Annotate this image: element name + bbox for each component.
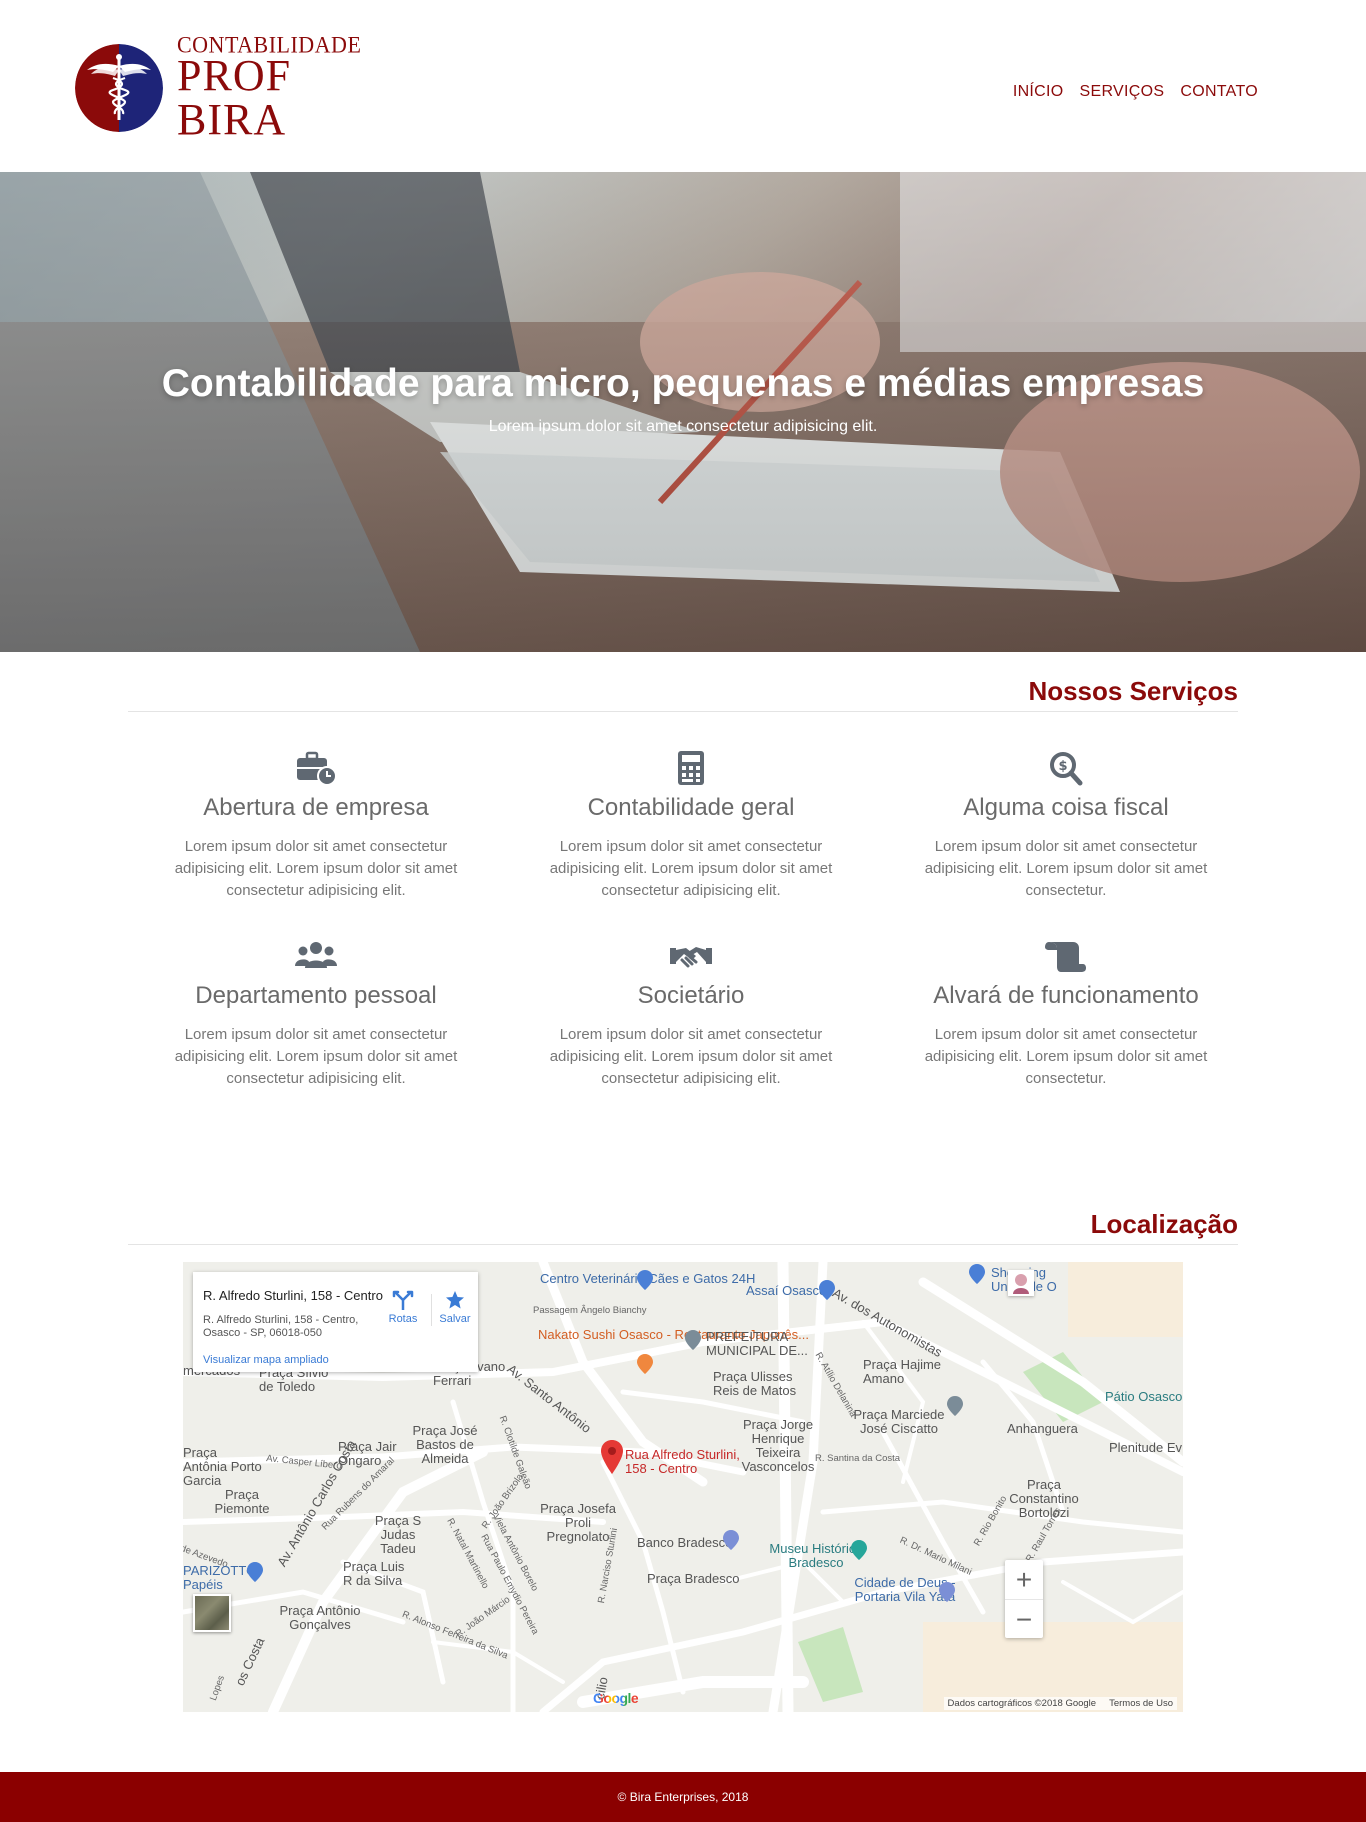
svg-text:$: $: [1058, 759, 1067, 774]
directions-icon: [392, 1290, 414, 1310]
zoom-in-button[interactable]: +: [1005, 1560, 1043, 1599]
restaurant-pin-icon[interactable]: [637, 1354, 653, 1374]
info-card-address: R. Alfredo Sturlini, 158 - Centro, Osasc…: [203, 1314, 359, 1339]
search-dollar-icon: $: [1050, 752, 1083, 786]
services-divider: [128, 711, 1238, 712]
service-title: Departamento pessoal: [195, 982, 437, 1009]
handshake-icon: [670, 947, 712, 968]
zoom-out-button[interactable]: −: [1005, 1599, 1043, 1638]
map-label-anhanguera: Anhanguera: [1007, 1421, 1078, 1436]
nav-inicio[interactable]: INÍCIO: [1013, 83, 1064, 101]
view-larger-map-link[interactable]: Visualizar mapa ampliado: [203, 1354, 329, 1366]
service-card-contabilidade: Contabilidade geral Lorem ipsum dolor si…: [521, 750, 861, 902]
google-logo: Google: [593, 1690, 639, 1706]
museum-pin-icon[interactable]: [851, 1540, 867, 1560]
map-zoom-control: + −: [1005, 1560, 1043, 1638]
hero-background-image: [0, 172, 1366, 652]
info-card-separator: [431, 1294, 432, 1326]
scroll-icon: [1045, 942, 1086, 972]
calculator-icon: [678, 751, 704, 785]
assai-pin-icon[interactable]: [819, 1280, 835, 1300]
google-logo-text: Google: [593, 1690, 639, 1706]
logo-line-2: PROF BIRA: [177, 51, 292, 144]
map-label-praca-bradesco: Praça Bradesco: [647, 1571, 740, 1586]
footer-copyright: © Bira Enterprises, 2018: [617, 1790, 749, 1804]
map-label-piemonte: Praça Piemonte: [214, 1487, 270, 1516]
service-text: Lorem ipsum dolor sit amet consectetur a…: [174, 1026, 458, 1087]
users-icon: [295, 942, 337, 968]
prefeitura-pin-icon[interactable]: [685, 1330, 701, 1350]
location-divider: [128, 1244, 1238, 1245]
map-label-marciede: Praça Marciede José Ciscatto: [853, 1407, 945, 1436]
map-label-plenitude: Plenitude Ev: [1109, 1440, 1182, 1455]
map-data-credit: Dados cartográficos ©2018 Google: [947, 1698, 1097, 1709]
service-card-societario: Societário Lorem ipsum dolor sit amet co…: [521, 938, 861, 1090]
map-label-judas: Praça S Judas Tadeu: [374, 1513, 422, 1556]
directions-label: Rotas: [388, 1313, 418, 1325]
service-text: Lorem ipsum dolor sit amet consectetur a…: [924, 1026, 1208, 1087]
save-button[interactable]: Salvar: [435, 1290, 475, 1325]
map-label-luis: Praça Luis R da Silva: [343, 1559, 405, 1588]
map-label-ulisses: Praça Ulisses Reis de Matos: [713, 1369, 797, 1398]
service-title: Contabilidade geral: [587, 794, 795, 821]
location-pin-label: Rua Alfredo Sturlini, 158 - Centro: [625, 1447, 740, 1476]
logo[interactable]: CONTABILIDADE PROF BIRA: [75, 33, 395, 142]
service-card-alvara: Alvará de funcionamento Lorem ipsum dolo…: [896, 938, 1236, 1090]
vet-pin-icon[interactable]: [637, 1270, 653, 1290]
map-label-antonia: Praça Antônia Porto Garcia: [183, 1445, 262, 1488]
service-text: Lorem ipsum dolor sit amet consectetur a…: [549, 1026, 833, 1087]
map-label-passagem: Passagem Ângelo Bianchy: [533, 1305, 647, 1316]
google-map[interactable]: Centro Veterinário Cães e Gatos 24H Pass…: [183, 1262, 1183, 1712]
parizotto-pin-icon[interactable]: [247, 1562, 263, 1582]
service-text: Lorem ipsum dolor sit amet consectetur a…: [174, 838, 458, 899]
cidade-pin-icon[interactable]: [939, 1582, 955, 1602]
map-label-prefeitura: PREFEITURA MUNICIPAL DE...: [706, 1329, 808, 1358]
nav-servicos[interactable]: SERVIÇOS: [1080, 83, 1165, 101]
hero-title: Contabilidade para micro, pequenas e méd…: [161, 362, 1205, 405]
service-title: Societário: [637, 982, 745, 1009]
map-attribution: Dados cartográficos ©2018 Google Termos …: [943, 1697, 1177, 1710]
school-pin-icon[interactable]: [947, 1396, 963, 1416]
nav-contato[interactable]: CONTATO: [1180, 83, 1258, 101]
service-card-abertura: Abertura de empresa Lorem ipsum dolor si…: [146, 750, 486, 902]
service-title: Abertura de empresa: [203, 794, 429, 821]
map-terms-link[interactable]: Termos de Uso: [1109, 1698, 1173, 1709]
save-label: Salvar: [439, 1313, 471, 1325]
hero-banner: Contabilidade para micro, pequenas e méd…: [0, 172, 1366, 652]
briefcase-clock-icon: [297, 751, 337, 786]
service-card-fiscal: $ Alguma coisa fiscal Lorem ipsum dolor …: [896, 750, 1236, 902]
map-label-jorge: Praça Jorge Henrique Teixeira Vasconcelo…: [741, 1417, 815, 1474]
bank-pin-icon[interactable]: [723, 1530, 739, 1550]
map-label-constantino: Praça Constantino Bortolozi: [1009, 1477, 1079, 1520]
star-icon: [446, 1291, 464, 1309]
map-label-goncalves: Praça Antônio Gonçalves: [279, 1603, 361, 1632]
service-card-pessoal: Departamento pessoal Lorem ipsum dolor s…: [146, 938, 486, 1090]
service-title: Alguma coisa fiscal: [963, 794, 1169, 821]
logo-line-1: CONTABILIDADE: [177, 31, 362, 58]
map-label-patio: Pátio Osasco: [1105, 1389, 1183, 1404]
service-text: Lorem ipsum dolor sit amet consectetur a…: [549, 838, 833, 899]
map-label-parizotto: PARIZOTTO Papéis: [183, 1563, 257, 1592]
location-title: Localização: [1090, 1209, 1238, 1239]
shopping-pin-icon[interactable]: [969, 1264, 985, 1284]
map-info-card: R. Alfredo Sturlini, 158 - Centro R. Alf…: [193, 1272, 478, 1372]
logo-text: CONTABILIDADE PROF BIRA: [177, 31, 395, 144]
map-label-hajime: Praça Hajime Amano: [863, 1357, 942, 1386]
main-nav: INÍCIO SERVIÇOS CONTATO: [1013, 83, 1258, 101]
caduceus-seal-icon: [75, 44, 163, 132]
location-pin-icon[interactable]: [601, 1440, 623, 1474]
map-label-bradesco: Banco Bradesco: [637, 1535, 733, 1550]
site-footer: © Bira Enterprises, 2018: [0, 1772, 1366, 1822]
satellite-toggle[interactable]: [193, 1594, 231, 1632]
services-title: Nossos Serviços: [1028, 676, 1238, 706]
site-header: CONTABILIDADE PROF BIRA INÍCIO SERVIÇOS …: [0, 0, 1366, 172]
info-card-title: R. Alfredo Sturlini, 158 - Centro: [203, 1288, 383, 1303]
hero-subtitle: Lorem ipsum dolor sit amet consectetur a…: [488, 418, 878, 435]
map-label-santina: R. Santina da Costa: [815, 1453, 901, 1464]
service-text: Lorem ipsum dolor sit amet consectetur a…: [924, 838, 1208, 899]
map-label-assai: Assaí Osasco: [746, 1283, 827, 1298]
directions-button[interactable]: Rotas: [383, 1290, 423, 1325]
pegman-icon[interactable]: [1008, 1270, 1034, 1296]
service-title: Alvará de funcionamento: [933, 982, 1199, 1009]
